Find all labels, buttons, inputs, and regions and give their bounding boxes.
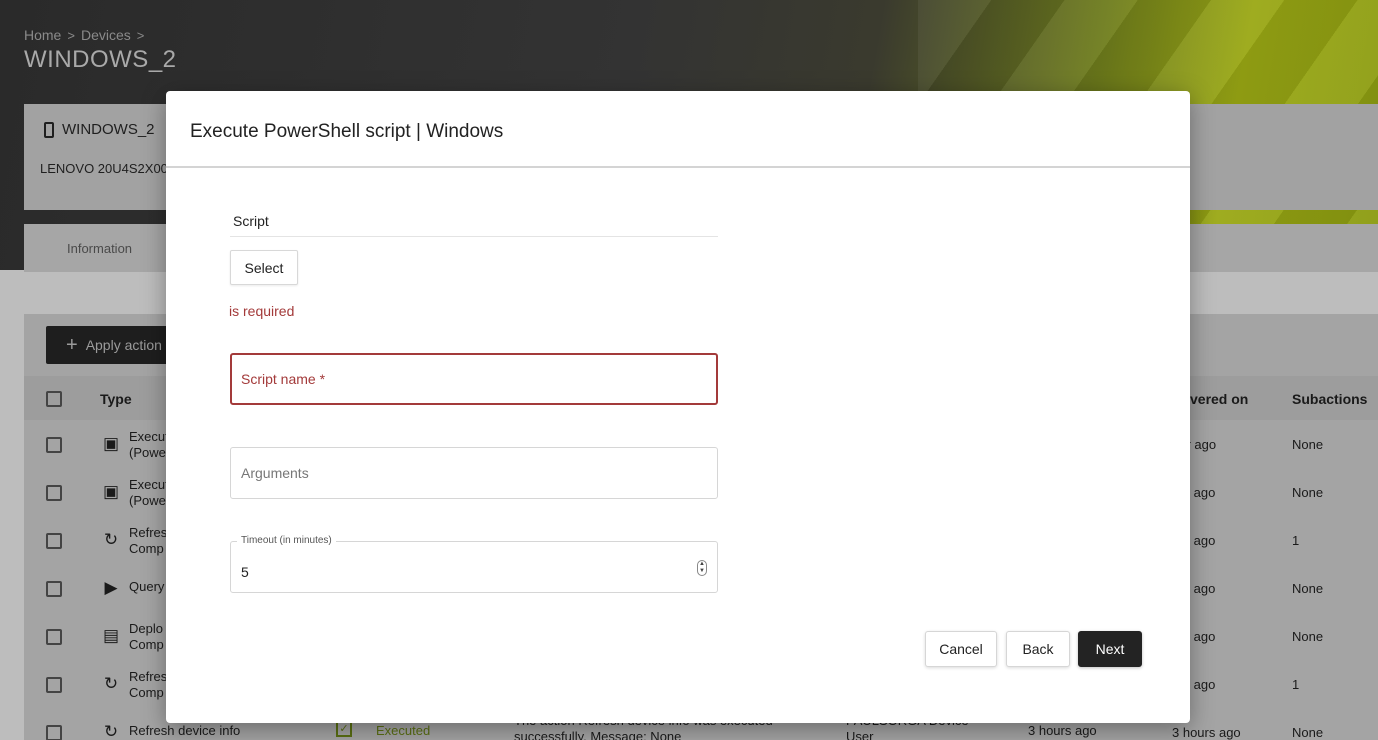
row-checkbox[interactable] — [46, 677, 62, 693]
tab-information[interactable]: Information — [67, 241, 132, 256]
terminal-icon: ▣ — [102, 482, 120, 501]
device-model: LENOVO 20U4S2X00 — [40, 161, 168, 176]
row-checkbox[interactable] — [46, 629, 62, 645]
refresh-info-icon: ↻ — [103, 530, 119, 549]
script-label: Script — [233, 213, 269, 229]
select-all-checkbox[interactable] — [46, 391, 62, 407]
row-status: Executed — [376, 723, 431, 738]
row-subactions: None — [1292, 725, 1324, 740]
row-subactions: None — [1292, 485, 1324, 500]
row-checkbox[interactable] — [46, 725, 62, 740]
breadcrumb-devices[interactable]: Devices — [81, 27, 131, 43]
breadcrumb-home[interactable]: Home — [24, 27, 61, 43]
row-subactions: None — [1292, 437, 1324, 452]
row-type: Execut (Powe — [129, 429, 169, 460]
row-subactions: 1 — [1292, 677, 1300, 692]
row-checkbox[interactable] — [46, 485, 62, 501]
row-type: Deplo Comp — [129, 621, 164, 652]
select-script-button[interactable]: Select — [230, 250, 298, 285]
row-subactions: None — [1292, 581, 1324, 596]
apply-action-label: Apply action — [85, 337, 162, 353]
page-title: WINDOWS_2 — [24, 46, 177, 73]
arguments-field[interactable]: Arguments — [230, 447, 718, 499]
timeout-label: Timeout (in minutes) — [237, 535, 336, 546]
refresh-info-icon: ↻ — [103, 674, 119, 693]
row-checkbox[interactable] — [46, 533, 62, 549]
execute-script-dialog: Execute PowerShell script | Windows Scri… — [166, 91, 1190, 723]
row-subactions: None — [1292, 629, 1324, 644]
script-required-error: is required — [229, 303, 295, 319]
row-type: Refres Comp — [129, 525, 168, 556]
script-name-field[interactable]: Script name * — [230, 353, 718, 405]
dialog-title: Execute PowerShell script | Windows — [166, 91, 1190, 168]
arguments-placeholder: Arguments — [241, 465, 309, 481]
number-stepper-icon[interactable]: ▲ ▼ — [697, 560, 707, 576]
breadcrumb: Home > Devices > — [24, 27, 144, 43]
check-icon: ✓ — [336, 721, 352, 737]
row-type: Refres Comp — [129, 669, 168, 700]
terminal-icon: ▣ — [102, 434, 120, 453]
deploy-icon: ▤ — [102, 626, 120, 645]
row-subactions: 1 — [1292, 533, 1300, 548]
row-checkbox[interactable] — [46, 437, 62, 453]
row-delivered: 3 hours ago — [1028, 723, 1097, 738]
device-icon — [44, 121, 54, 138]
timeout-value: 5 — [241, 564, 249, 580]
header-triggered-on[interactable]: vered on — [1190, 391, 1248, 407]
row-type: Refresh device info — [129, 723, 241, 738]
back-button[interactable]: Back — [1006, 631, 1070, 667]
header-subactions[interactable]: Subactions — [1292, 391, 1367, 407]
chevron-right-icon: > — [136, 27, 145, 43]
device-name-label: WINDOWS_2 — [62, 121, 155, 138]
row-checkbox[interactable] — [46, 581, 62, 597]
plus-icon: + — [66, 334, 78, 356]
timeout-field[interactable]: Timeout (in minutes) 5 ▲ ▼ — [230, 535, 718, 593]
header-type[interactable]: Type — [100, 391, 132, 407]
device-name: WINDOWS_2 — [44, 121, 155, 138]
chevron-right-icon: > — [67, 27, 75, 43]
refresh-icon: ↻ — [103, 722, 119, 740]
divider — [230, 236, 718, 237]
next-button[interactable]: Next — [1078, 631, 1142, 667]
play-circle-icon: ▶ — [104, 578, 118, 597]
cancel-button[interactable]: Cancel — [925, 631, 997, 667]
row-triggered: 3 hours ago — [1172, 725, 1241, 740]
row-type: Execut (Powe — [129, 477, 169, 508]
script-name-placeholder: Script name * — [241, 371, 326, 387]
